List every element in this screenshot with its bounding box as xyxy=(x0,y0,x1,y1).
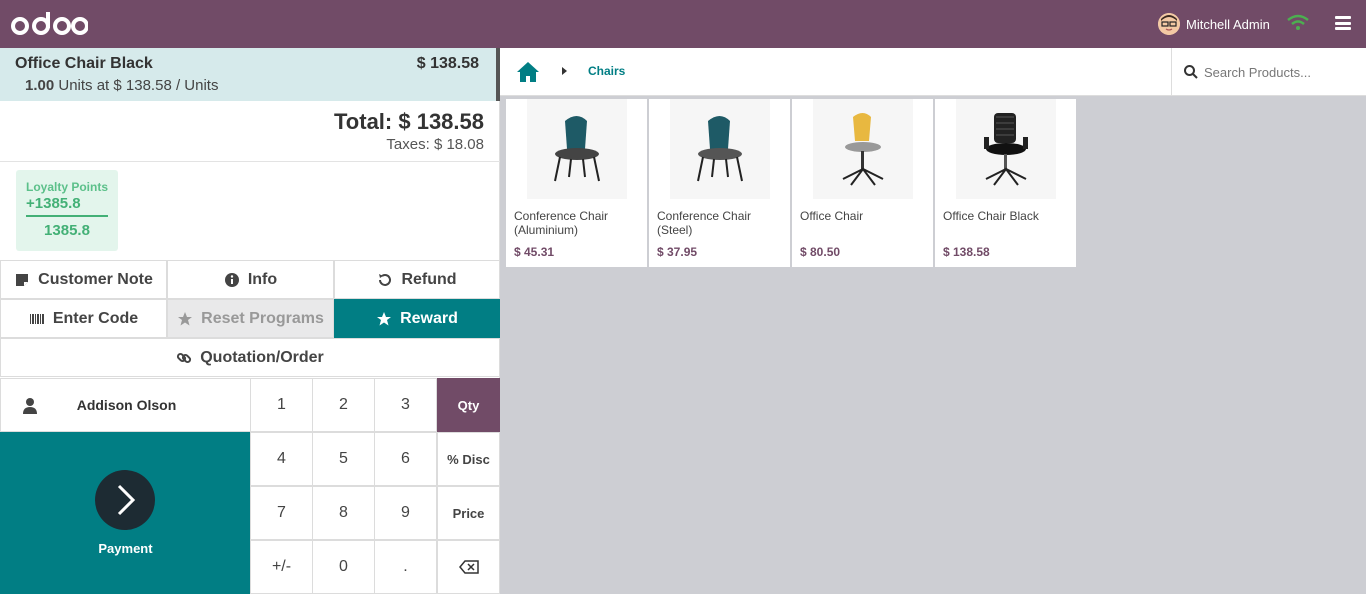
numpad-key-decimal[interactable]: . xyxy=(374,540,437,594)
order-line-info: 1.00 Units at $ 138.58 / Units xyxy=(25,77,218,94)
star-icon xyxy=(377,311,392,325)
product-name: Office Chair Black xyxy=(943,209,1039,223)
customer-note-label: Customer Note xyxy=(38,270,153,288)
info-button[interactable]: Info xyxy=(167,260,334,299)
reset-programs-button[interactable]: Reset Programs xyxy=(167,299,334,338)
product-image xyxy=(527,99,627,199)
loyalty-divider xyxy=(26,215,108,217)
refund-button[interactable]: Refund xyxy=(334,260,500,299)
order-line-product: Office Chair Black xyxy=(15,55,153,72)
loyalty-won: +1385.8 xyxy=(26,195,81,212)
numpad-key-1[interactable]: 1 xyxy=(250,378,313,432)
order-pane: Office Chair Black $ 138.58 1.00 Units a… xyxy=(0,48,500,594)
search-input[interactable] xyxy=(1204,64,1364,80)
quotation-order-button[interactable]: Quotation/Order xyxy=(0,338,500,377)
order-line-price: $ 138.58 xyxy=(416,55,479,72)
info-label: Info xyxy=(247,270,278,288)
numpad-backspace-button[interactable] xyxy=(437,540,500,594)
refund-label: Refund xyxy=(401,270,457,288)
quotation-order-label: Quotation/Order xyxy=(200,348,324,366)
customer-name: Addison Olson xyxy=(76,397,177,413)
breadcrumb-separator-icon xyxy=(562,67,567,75)
undo-icon xyxy=(379,273,392,286)
numpad-key-plus-minus[interactable]: +/- xyxy=(250,540,313,594)
numpad-mode-disc[interactable]: % Disc xyxy=(437,432,500,486)
product-card[interactable]: Conference Chair (Aluminium) $ 45.31 xyxy=(506,99,647,267)
search-icon xyxy=(1184,65,1198,79)
numpad-key-9[interactable]: 9 xyxy=(374,486,437,540)
barcode-icon xyxy=(29,313,44,324)
order-total: Total: $ 138.58 xyxy=(334,109,484,134)
product-price: $ 80.50 xyxy=(800,245,841,259)
product-price: $ 45.31 xyxy=(514,245,555,259)
chevron-right-icon xyxy=(117,484,136,516)
product-name: Conference Chair (Steel) xyxy=(657,209,752,237)
payment-arrow-circle xyxy=(95,470,155,530)
product-card[interactable]: Conference Chair (Steel) $ 37.95 xyxy=(649,99,790,267)
product-name: Office Chair xyxy=(800,209,864,223)
payment-label: Payment xyxy=(98,541,153,556)
reset-programs-label: Reset Programs xyxy=(201,309,324,327)
backspace-icon xyxy=(458,560,479,574)
numpad-key-6[interactable]: 6 xyxy=(374,432,437,486)
order-line-unit-info: Units at $ 138.58 / Units xyxy=(58,77,219,94)
numpad-key-0[interactable]: 0 xyxy=(312,540,375,594)
link-icon xyxy=(177,352,192,363)
user-menu[interactable]: Mitchell Admin xyxy=(1158,12,1270,36)
numpad-mode-qty[interactable]: Qty xyxy=(437,378,500,432)
order-totals: Total: $ 138.58 Taxes: $ 18.08 xyxy=(0,101,500,162)
numpad-mode-price[interactable]: Price xyxy=(437,486,500,540)
top-bar: Mitchell Admin xyxy=(0,0,1366,48)
product-image xyxy=(956,99,1056,199)
home-icon[interactable] xyxy=(516,61,540,83)
numpad-key-5[interactable]: 5 xyxy=(312,432,375,486)
reward-label: Reward xyxy=(400,309,458,327)
product-name: Conference Chair (Aluminium) xyxy=(514,209,609,237)
product-price: $ 37.95 xyxy=(657,245,698,259)
numpad-key-8[interactable]: 8 xyxy=(312,486,375,540)
info-icon xyxy=(224,272,239,287)
payment-button[interactable]: Payment xyxy=(0,432,251,594)
numpad-key-2[interactable]: 2 xyxy=(312,378,375,432)
numpad-key-3[interactable]: 3 xyxy=(374,378,437,432)
user-name: Mitchell Admin xyxy=(1186,16,1270,32)
breadcrumb-category[interactable]: Chairs xyxy=(588,64,625,78)
hamburger-menu-icon[interactable] xyxy=(1335,16,1351,30)
reward-button[interactable]: Reward xyxy=(334,299,500,338)
loyalty-points-box: Loyalty Points +1385.8 1385.8 xyxy=(16,170,118,251)
numpad-key-4[interactable]: 4 xyxy=(250,432,313,486)
loyalty-balance: 1385.8 xyxy=(44,222,90,239)
product-card[interactable]: Office Chair $ 80.50 xyxy=(792,99,933,267)
product-search[interactable] xyxy=(1171,48,1366,96)
product-price: $ 138.58 xyxy=(943,245,990,259)
customer-note-button[interactable]: Customer Note xyxy=(0,260,167,299)
loyalty-title: Loyalty Points xyxy=(26,180,109,194)
products-pane: Chairs Conference Chair (Aluminium) $ 45… xyxy=(500,48,1366,594)
product-image xyxy=(813,99,913,199)
odoo-logo xyxy=(11,12,88,35)
wifi-icon xyxy=(1287,14,1309,30)
user-avatar xyxy=(1158,13,1180,35)
product-image xyxy=(670,99,770,199)
star-icon xyxy=(178,311,193,325)
order-line-qty: 1.00 xyxy=(25,77,55,94)
order-line-selected[interactable]: Office Chair Black $ 138.58 1.00 Units a… xyxy=(0,48,500,101)
enter-code-label: Enter Code xyxy=(52,309,139,327)
customer-button[interactable]: Addison Olson xyxy=(0,378,251,432)
enter-code-button[interactable]: Enter Code xyxy=(0,299,167,338)
category-bar: Chairs xyxy=(500,48,1366,96)
note-icon xyxy=(16,273,29,286)
product-card[interactable]: Office Chair Black $ 138.58 xyxy=(935,99,1076,267)
order-taxes: Taxes: $ 18.08 xyxy=(386,136,484,153)
numpad-key-7[interactable]: 7 xyxy=(250,486,313,540)
